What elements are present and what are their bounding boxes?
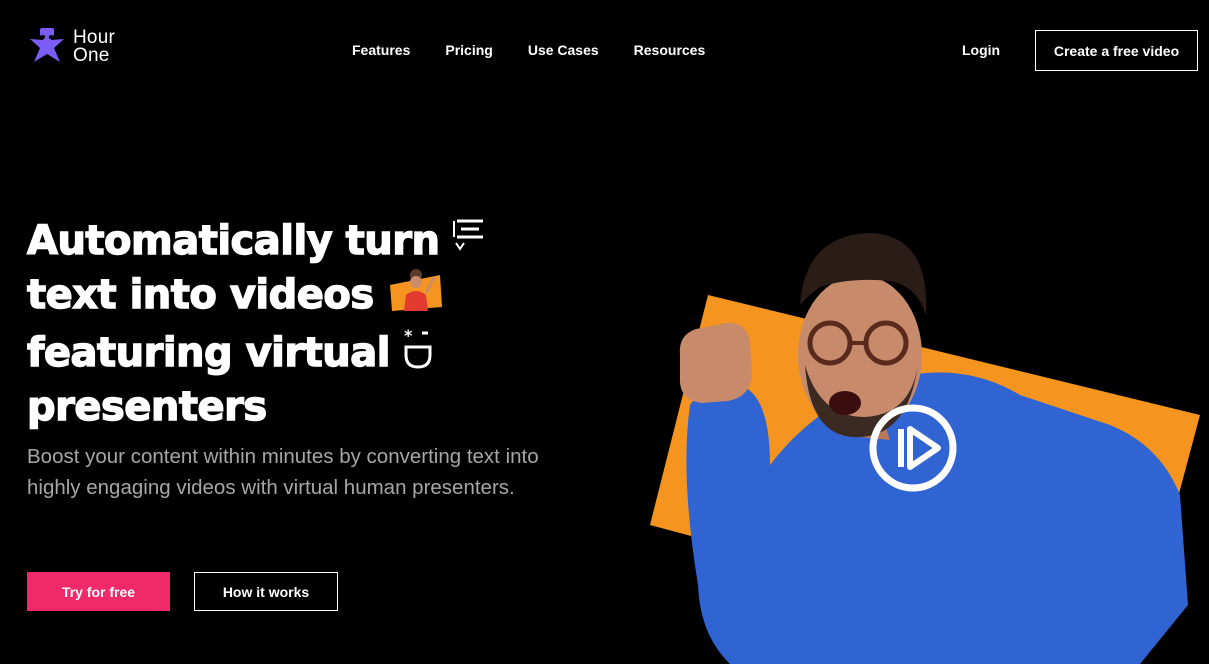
headline-text-3: featuring virtual — [26, 329, 391, 376]
hero-headline: Automatically turn text into videos feat… — [26, 215, 647, 435]
headline-text-2: text into videos — [26, 271, 375, 318]
smiley-sparkle-icon: * — [402, 325, 436, 381]
create-free-video-button[interactable]: Create a free video — [1035, 30, 1198, 71]
headline-text-4: presenters — [26, 383, 268, 430]
nav-item-use-cases[interactable]: Use Cases — [528, 42, 599, 58]
headline-line-2: text into videos — [26, 269, 647, 321]
nav-item-resources[interactable]: Resources — [634, 42, 706, 58]
main-nav: Features Pricing Use Cases Resources — [352, 42, 740, 58]
nav-item-pricing[interactable]: Pricing — [445, 42, 492, 58]
brand-name-line2: One — [73, 45, 110, 66]
how-it-works-button[interactable]: How it works — [194, 572, 338, 611]
try-for-free-button[interactable]: Try for free — [27, 572, 170, 611]
hero-subtext: Boost your content within minutes by con… — [27, 445, 539, 499]
site-header: Hour One Features Pricing Use Cases Reso… — [0, 0, 1209, 100]
headline-line-1: Automatically turn — [26, 215, 647, 267]
hero-presenter-image — [650, 233, 1200, 664]
brand-logo[interactable]: Hour One — [27, 26, 115, 68]
headline-line-4: presenters — [26, 381, 647, 433]
login-link[interactable]: Login — [962, 42, 1000, 58]
brand-name: Hour One — [73, 28, 115, 66]
headline-line-3: featuring virtual * — [26, 325, 647, 381]
presenter-fist — [679, 322, 752, 403]
nav-item-features[interactable]: Features — [352, 42, 410, 58]
presenter-thumbnail — [386, 265, 444, 325]
headline-text-1: Automatically turn — [26, 217, 440, 264]
star-logo-icon — [30, 28, 64, 62]
text-lines-icon — [451, 215, 487, 267]
svg-text:*: * — [404, 326, 413, 345]
